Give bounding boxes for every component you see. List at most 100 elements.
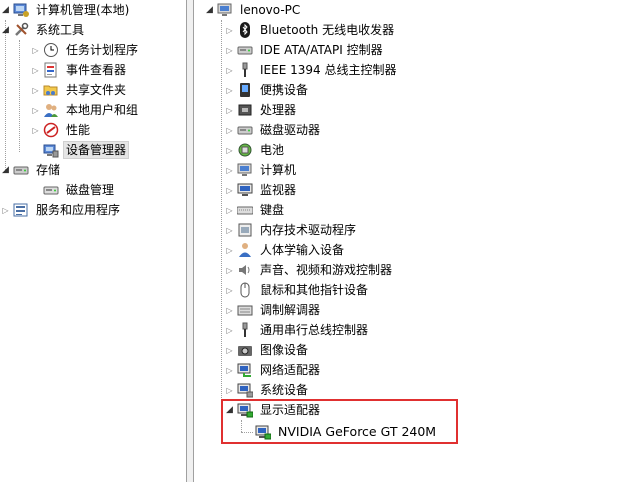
- tree-item-system-tools[interactable]: ◢ 系统工具: [0, 20, 87, 40]
- expand-arrow-icon[interactable]: ▷: [224, 200, 235, 220]
- device-category-label: Bluetooth 无线电收发器: [260, 23, 395, 37]
- tree-item-storage[interactable]: ◢ 存储: [0, 160, 63, 180]
- users-icon: [43, 102, 59, 118]
- expand-arrow-icon[interactable]: ▷: [30, 60, 41, 80]
- tree-item-label: 服务和应用程序: [36, 203, 121, 217]
- tree-item-shared-folders[interactable]: ▷ 共享文件夹: [30, 80, 129, 100]
- device-category-label: 声音、视频和游戏控制器: [260, 263, 393, 277]
- tree-item-device-manager[interactable]: 设备管理器: [30, 140, 130, 160]
- device-category-portable-device[interactable]: ▷ 便携设备: [224, 80, 311, 100]
- device-category-network-adapter[interactable]: ▷ 网络适配器: [224, 360, 323, 380]
- clock-icon: [43, 42, 59, 58]
- expand-arrow-icon[interactable]: ▷: [224, 180, 235, 200]
- device-category-ieee1394[interactable]: ▷ IEEE 1394 总线主控制器: [224, 60, 399, 80]
- tree-item-label: 计算机管理(本地): [36, 3, 130, 17]
- device-category-label: 人体学输入设备: [260, 243, 345, 257]
- expand-arrow-icon[interactable]: ▷: [224, 340, 235, 360]
- battery-icon: [237, 142, 253, 158]
- device-category-label: 图像设备: [260, 343, 309, 357]
- tree-item-disk-management[interactable]: 磁盘管理: [30, 180, 117, 200]
- device-category-label: 磁盘驱动器: [260, 123, 321, 137]
- device-tree-pane[interactable]: ◢ lenovo-PC ▷ Bluetooth 无线电收发器 ▷ IDE ATA/AT…: [194, 0, 643, 482]
- expand-arrow-icon[interactable]: ▷: [224, 360, 235, 380]
- console-tree-pane[interactable]: ◢ 计算机管理(本地) ◢ 系统工具 ▷ 任务计划程序 ▷ 事件查看器 ▷ 共享…: [0, 0, 186, 482]
- device-category-label: 鼠标和其他指针设备: [260, 283, 369, 297]
- usb-icon: [237, 322, 253, 338]
- device-category-battery[interactable]: ▷ 电池: [224, 140, 287, 160]
- device-category-usb[interactable]: ▷ 通用串行总线控制器: [224, 320, 371, 340]
- device-category-system-device[interactable]: ▷ 系统设备: [224, 380, 311, 400]
- ieee1394-icon: [237, 62, 253, 78]
- tree-item-label: 设备管理器: [63, 141, 130, 159]
- device-category-monitor[interactable]: ▷ 监视器: [224, 180, 299, 200]
- device-category-label: 电池: [260, 143, 285, 157]
- expand-arrow-icon[interactable]: ▷: [30, 40, 41, 60]
- mouse-icon: [237, 282, 253, 298]
- expand-arrow-icon[interactable]: ▷: [224, 140, 235, 160]
- tree-item-label: 磁盘管理: [66, 183, 115, 197]
- expand-arrow-icon[interactable]: ▷: [224, 40, 235, 60]
- expand-arrow-icon[interactable]: ▷: [30, 120, 41, 140]
- device-category-processor[interactable]: ▷ 处理器: [224, 100, 299, 120]
- device-category-label: IDE ATA/ATAPI 控制器: [260, 43, 383, 57]
- device-category-label: 内存技术驱动程序: [260, 223, 357, 237]
- tree-item-event-viewer[interactable]: ▷ 事件查看器: [30, 60, 129, 80]
- device-category-label: 监视器: [260, 183, 297, 197]
- device-category-keyboard[interactable]: ▷ 键盘: [224, 200, 287, 220]
- device-tree-root[interactable]: ◢ lenovo-PC: [204, 0, 303, 20]
- collapse-arrow-icon[interactable]: ◢: [0, 20, 11, 40]
- expand-arrow-icon[interactable]: ▷: [224, 320, 235, 340]
- expand-arrow-icon[interactable]: ▷: [224, 60, 235, 80]
- device-category-label: 系统设备: [260, 383, 309, 397]
- expand-arrow-icon[interactable]: ▷: [30, 80, 41, 100]
- tree-item-label: 系统工具: [36, 23, 85, 37]
- expand-arrow-icon[interactable]: ▷: [224, 260, 235, 280]
- device-category-label: 网络适配器: [260, 363, 321, 377]
- device-category-camera[interactable]: ▷ 图像设备: [224, 340, 311, 360]
- expand-arrow-icon[interactable]: ▷: [224, 280, 235, 300]
- sound-icon: [237, 262, 253, 278]
- tree-item-label: 事件查看器: [66, 63, 127, 77]
- tree-item-task-scheduler[interactable]: ▷ 任务计划程序: [30, 40, 141, 60]
- network-adapter-icon: [237, 362, 253, 378]
- tree-item-label: 性能: [66, 123, 91, 137]
- expand-arrow-icon[interactable]: ▷: [30, 100, 41, 120]
- tree-item-performance[interactable]: ▷ 性能: [30, 120, 93, 140]
- memory-tech-icon: [237, 222, 253, 238]
- expand-arrow-icon[interactable]: ▷: [224, 20, 235, 40]
- device-category-computer[interactable]: ▷ 计算机: [224, 160, 299, 180]
- expand-arrow-icon[interactable]: ▷: [224, 160, 235, 180]
- expand-arrow-icon[interactable]: ▷: [224, 100, 235, 120]
- tree-item-computer-management[interactable]: ◢ 计算机管理(本地): [0, 0, 132, 20]
- device-category-ide-controller[interactable]: ▷ IDE ATA/ATAPI 控制器: [224, 40, 386, 60]
- expand-arrow-icon[interactable]: ▷: [224, 380, 235, 400]
- keyboard-icon: [237, 202, 253, 218]
- device-category-bluetooth[interactable]: ▷ Bluetooth 无线电收发器: [224, 20, 397, 40]
- expand-arrow-icon[interactable]: ▷: [224, 240, 235, 260]
- expand-arrow-icon[interactable]: ▷: [224, 120, 235, 140]
- device-category-sound[interactable]: ▷ 声音、视频和游戏控制器: [224, 260, 395, 280]
- device-category-label: 便携设备: [260, 83, 309, 97]
- collapse-arrow-icon[interactable]: ◢: [204, 0, 215, 20]
- collapse-arrow-icon[interactable]: ◢: [0, 0, 11, 20]
- expand-arrow-icon[interactable]: ▷: [0, 200, 11, 220]
- services-icon: [13, 202, 29, 218]
- tree-item-label: 本地用户和组: [66, 103, 139, 117]
- camera-icon: [237, 342, 253, 358]
- tree-item-label: 存储: [36, 163, 61, 177]
- collapse-arrow-icon[interactable]: ◢: [0, 160, 11, 180]
- pane-splitter[interactable]: [186, 0, 194, 482]
- device-category-modem[interactable]: ▷ 调制解调器: [224, 300, 323, 320]
- device-category-disk-drive[interactable]: ▷ 磁盘驱动器: [224, 120, 323, 140]
- tools-icon: [13, 22, 29, 38]
- system-device-icon: [237, 382, 253, 398]
- tree-item-services-apps[interactable]: ▷ 服务和应用程序: [0, 200, 123, 220]
- device-category-mouse[interactable]: ▷ 鼠标和其他指针设备: [224, 280, 371, 300]
- expand-arrow-icon[interactable]: ▷: [224, 80, 235, 100]
- device-category-label: 计算机: [260, 163, 297, 177]
- device-category-hid[interactable]: ▷ 人体学输入设备: [224, 240, 347, 260]
- device-category-memory-tech[interactable]: ▷ 内存技术驱动程序: [224, 220, 359, 240]
- expand-arrow-icon[interactable]: ▷: [224, 300, 235, 320]
- expand-arrow-icon[interactable]: ▷: [224, 220, 235, 240]
- tree-item-local-users[interactable]: ▷ 本地用户和组: [30, 100, 141, 120]
